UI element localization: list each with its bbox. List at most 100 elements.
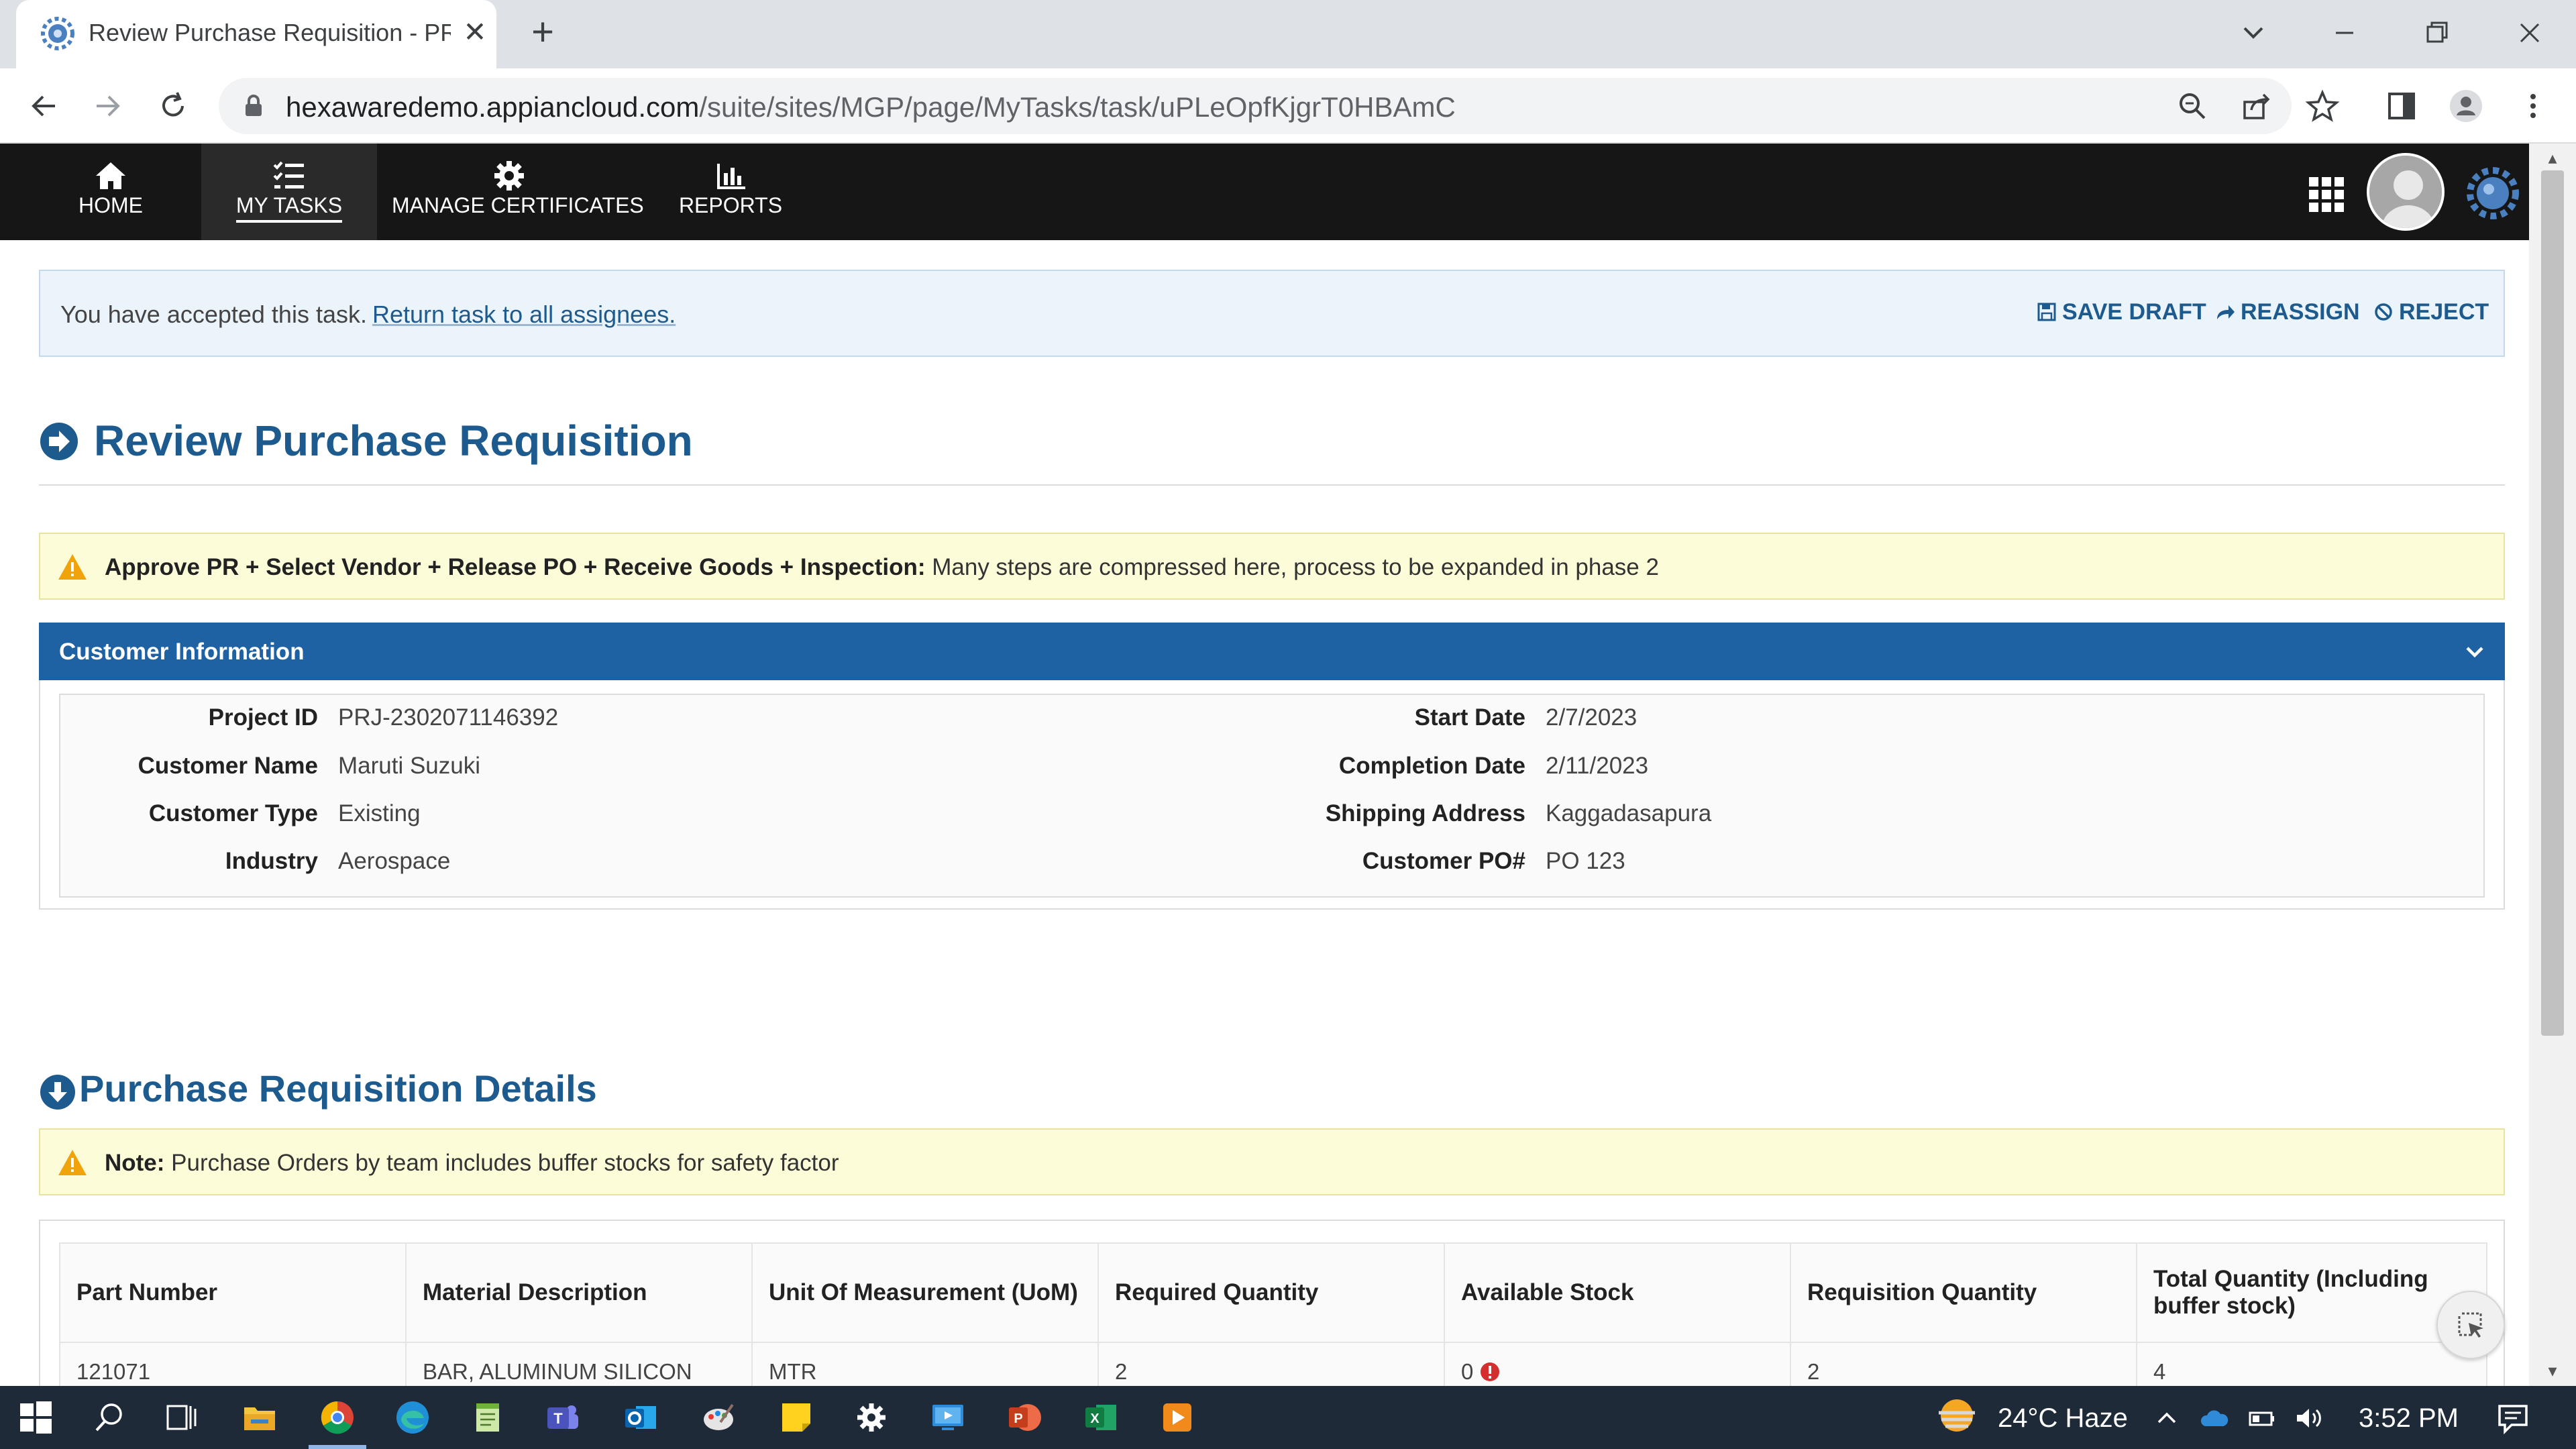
cursor-select-button[interactable] xyxy=(2436,1291,2505,1359)
customer-information-fields: Project ID PRJ-2302071146392 Customer Na… xyxy=(59,694,2485,898)
side-panel-icon[interactable] xyxy=(2383,87,2420,125)
column-header-part-number[interactable]: Part Number xyxy=(60,1244,407,1342)
volume-icon[interactable] xyxy=(2294,1405,2324,1432)
nav-label-home: HOME xyxy=(78,193,143,217)
notification-center-icon[interactable] xyxy=(2496,1402,2530,1434)
search-icon[interactable] xyxy=(91,1399,127,1436)
home-icon xyxy=(96,162,125,189)
process-notice-body: Many steps are compressed here, process … xyxy=(932,554,1659,580)
page-header: Review Purchase Requisition xyxy=(39,409,2505,486)
process-notice-text: Approve PR + Select Vendor + Release PO … xyxy=(105,554,1659,581)
close-window-icon[interactable] xyxy=(2510,13,2549,52)
return-task-link[interactable]: Return task to all assignees. xyxy=(372,301,676,328)
field-label: Customer Type xyxy=(148,800,318,826)
column-header-uom[interactable]: Unit Of Measurement (UoM) xyxy=(753,1244,1099,1342)
file-explorer-icon[interactable] xyxy=(241,1399,278,1436)
tab-search-chevron-icon[interactable] xyxy=(2234,13,2273,52)
chevron-down-icon[interactable] xyxy=(2462,639,2487,664)
outlook-icon[interactable] xyxy=(623,1399,659,1436)
ban-icon xyxy=(2375,303,2392,321)
restore-icon[interactable] xyxy=(2418,13,2457,52)
teams-icon[interactable]: T xyxy=(545,1399,581,1436)
forward-icon[interactable] xyxy=(87,86,127,126)
scroll-down-icon[interactable]: ▾ xyxy=(2542,1360,2563,1381)
minimize-icon[interactable] xyxy=(2325,13,2364,52)
page-scrollbar[interactable]: ▴ ▾ xyxy=(2529,144,2576,1386)
sticky-notes-icon[interactable] xyxy=(778,1399,814,1436)
bookmark-star-icon[interactable] xyxy=(2304,87,2341,125)
table-cell-material-description: BAR, ALUMINUM SILICON xyxy=(407,1343,753,1386)
table-cell-total-quantity: 4 xyxy=(2153,1359,2166,1384)
back-icon[interactable] xyxy=(24,86,64,126)
svg-text:T: T xyxy=(553,1410,563,1427)
customer-information-header[interactable]: Customer Information xyxy=(39,623,2505,680)
column-header-requisition-quantity[interactable]: Requisition Quantity xyxy=(1791,1244,2137,1342)
field-label: Start Date xyxy=(1414,704,1525,731)
zoom-icon[interactable] xyxy=(2172,86,2212,126)
task-view-icon[interactable] xyxy=(164,1399,200,1436)
url-input[interactable]: hexawaredemo.appiancloud.com/suite/sites… xyxy=(219,78,2292,134)
clock-time[interactable]: 3:52 PM xyxy=(2359,1403,2459,1434)
close-tab-icon[interactable]: ✕ xyxy=(456,13,494,51)
reassign-button[interactable]: REASSIGN xyxy=(2215,299,2360,325)
url-host: hexawaredemo.appiancloud.com xyxy=(286,91,700,123)
reload-icon[interactable] xyxy=(153,86,193,126)
nav-item-home[interactable]: HOME xyxy=(54,144,168,240)
user-avatar[interactable] xyxy=(2367,153,2445,231)
nav-label-reports: REPORTS xyxy=(678,193,783,217)
task-accepted-message: You have accepted this task. Return task … xyxy=(60,301,676,329)
field-label: Customer Name xyxy=(138,753,318,779)
share-icon[interactable] xyxy=(2237,86,2277,126)
app-launcher-grid-icon[interactable] xyxy=(2308,176,2345,213)
settings-gear-icon[interactable] xyxy=(853,1399,890,1436)
save-draft-button[interactable]: SAVE DRAFT xyxy=(2037,299,2206,325)
table-cell-part-number: 121071 xyxy=(60,1343,407,1386)
column-header-material-description[interactable]: Material Description xyxy=(407,1244,753,1342)
field-label: Project ID xyxy=(208,704,318,731)
warning-icon xyxy=(58,1150,87,1175)
user-silhouette-icon xyxy=(2369,156,2442,228)
field-value: PO 123 xyxy=(1546,848,1625,874)
profile-icon[interactable] xyxy=(2447,87,2485,125)
notepad-icon[interactable] xyxy=(470,1399,506,1436)
media-player-icon[interactable] xyxy=(1159,1399,1195,1436)
battery-icon[interactable] xyxy=(2247,1405,2277,1432)
field-value: Aerospace xyxy=(338,848,451,874)
column-header-available-stock[interactable]: Available Stock xyxy=(1445,1244,1791,1342)
onedrive-cloud-icon[interactable] xyxy=(2199,1405,2229,1432)
reassign-label: REASSIGN xyxy=(2241,299,2360,325)
chevron-up-icon[interactable] xyxy=(2152,1405,2182,1432)
lock-icon[interactable] xyxy=(240,93,267,119)
scroll-thumb[interactable] xyxy=(2541,170,2564,1036)
reject-button[interactable]: REJECT xyxy=(2373,299,2489,325)
new-tab-button[interactable]: + xyxy=(523,13,562,54)
column-header-required-quantity[interactable]: Required Quantity xyxy=(1099,1244,1445,1342)
weather-haze-icon[interactable] xyxy=(1933,1395,1980,1440)
browser-tab[interactable]: Review Purchase Requisition - PR ✕ xyxy=(16,0,496,68)
nav-item-manage-certificates[interactable]: MANAGE CERTIFICATES xyxy=(392,144,644,240)
remote-desktop-icon[interactable] xyxy=(930,1399,966,1436)
nav-item-reports[interactable]: REPORTS xyxy=(674,144,788,240)
tab-title: Review Purchase Requisition - PR xyxy=(89,19,451,46)
field-value: 2/7/2023 xyxy=(1546,704,1638,731)
excel-icon[interactable]: X xyxy=(1083,1399,1119,1436)
scroll-up-icon[interactable]: ▴ xyxy=(2542,148,2563,168)
weather-text[interactable]: 24°C Haze xyxy=(1998,1403,2128,1434)
paint-icon[interactable] xyxy=(700,1399,737,1436)
field-value: 2/11/2023 xyxy=(1546,753,1649,779)
table-cell-requisition-quantity: 2 xyxy=(1791,1343,2137,1386)
windows-start-icon[interactable] xyxy=(17,1399,54,1436)
nav-label-manage-certificates: MANAGE CERTIFICATES xyxy=(392,193,644,217)
os-taskbar: T P X 24°C Haze 3:52 PM xyxy=(0,1386,2576,1449)
powerpoint-icon[interactable]: P xyxy=(1006,1399,1042,1436)
tasks-icon xyxy=(273,161,304,189)
chrome-icon[interactable] xyxy=(319,1399,356,1436)
edge-icon[interactable] xyxy=(394,1399,431,1436)
active-app-indicator xyxy=(309,1445,366,1449)
requisition-table: Part Number Material Description Unit Of… xyxy=(59,1242,2487,1386)
url-text[interactable]: hexawaredemo.appiancloud.com/suite/sites… xyxy=(286,91,1456,123)
purchase-requisition-title: Purchase Requisition Details xyxy=(79,1067,597,1110)
menu-kebab-icon[interactable] xyxy=(2514,87,2552,125)
nav-item-my-tasks[interactable]: MY TASKS xyxy=(201,144,377,240)
error-icon xyxy=(1481,1362,1500,1381)
